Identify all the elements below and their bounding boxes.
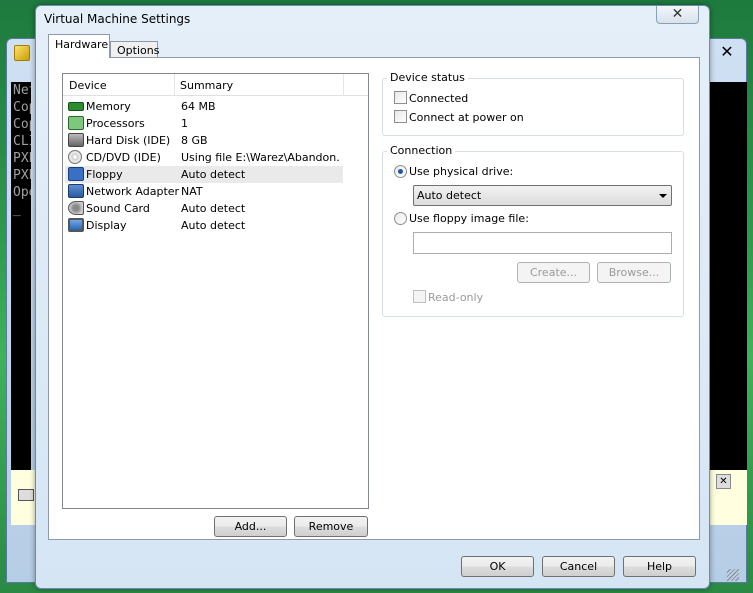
column-device[interactable]: Device xyxy=(69,79,107,92)
physical-drive-value: Auto detect xyxy=(417,189,482,202)
cancel-button[interactable]: Cancel xyxy=(542,556,615,577)
processor-icon xyxy=(68,116,84,130)
dialog-title: Virtual Machine Settings xyxy=(44,12,191,26)
add-device-button[interactable]: Add... xyxy=(214,516,287,537)
removable-device-icon[interactable] xyxy=(18,489,34,501)
create-image-button[interactable]: Create... xyxy=(517,262,590,283)
read-only-checkbox[interactable] xyxy=(413,290,426,303)
device-list-header: Device Summary xyxy=(63,74,368,96)
background-close-button[interactable]: ✕ xyxy=(718,44,736,60)
resize-grip-icon[interactable] xyxy=(727,569,739,581)
tab-options[interactable]: Options xyxy=(110,41,159,58)
device-status-title: Device status xyxy=(387,71,468,84)
tab-hardware[interactable]: Hardware xyxy=(48,34,110,58)
notification-close-button[interactable]: ✕ xyxy=(716,474,731,489)
ok-button[interactable]: OK xyxy=(461,556,534,577)
device-list[interactable]: Device Summary Memory 64 MB Processors 1… xyxy=(62,73,369,509)
device-row-hard-disk[interactable]: Hard Disk (IDE) 8 GB xyxy=(65,132,343,149)
column-summary[interactable]: Summary xyxy=(180,79,233,92)
use-floppy-image-label[interactable]: Use floppy image file: xyxy=(409,212,529,225)
device-row-floppy[interactable]: Floppy Auto detect xyxy=(65,166,343,183)
floppy-icon xyxy=(68,167,84,181)
floppy-image-path-input[interactable] xyxy=(413,232,672,254)
physical-drive-select[interactable]: Auto detect xyxy=(413,185,672,206)
sound-card-icon xyxy=(68,201,84,215)
device-status-group xyxy=(382,78,684,136)
vm-console-screen-right xyxy=(709,82,747,470)
memory-icon xyxy=(68,102,84,111)
connected-checkbox[interactable] xyxy=(394,91,407,104)
use-floppy-image-radio[interactable] xyxy=(394,212,407,225)
read-only-label[interactable]: Read-only xyxy=(428,291,483,304)
device-row-display[interactable]: Display Auto detect xyxy=(65,217,343,234)
device-row-cd-dvd[interactable]: CD/DVD (IDE) Using file E:\Warez\Abandon… xyxy=(65,149,343,166)
connect-at-power-on-checkbox[interactable] xyxy=(394,110,407,123)
use-physical-drive-radio[interactable] xyxy=(394,165,407,178)
browse-image-button[interactable]: Browse... xyxy=(597,262,671,283)
hard-disk-icon xyxy=(68,133,84,147)
connect-at-power-on-label[interactable]: Connect at power on xyxy=(409,111,524,124)
remove-device-button[interactable]: Remove xyxy=(294,516,368,537)
connection-title: Connection xyxy=(387,144,456,157)
help-button[interactable]: Help xyxy=(623,556,696,577)
device-row-processors[interactable]: Processors 1 xyxy=(65,115,343,132)
cd-dvd-icon xyxy=(68,150,82,164)
chevron-down-icon xyxy=(659,194,667,198)
dialog-close-button[interactable]: ✕ xyxy=(656,6,699,24)
vmware-logo-icon xyxy=(14,45,30,61)
connected-label[interactable]: Connected xyxy=(409,92,468,105)
vm-console-screen[interactable]: Net Cop Cop CLI PXE PXE Ope _ xyxy=(11,82,31,480)
device-row-sound-card[interactable]: Sound Card Auto detect xyxy=(65,200,343,217)
display-icon xyxy=(68,218,84,232)
device-row-network-adapter[interactable]: Network Adapter NAT xyxy=(65,183,343,200)
network-adapter-icon xyxy=(68,184,84,198)
use-physical-drive-label[interactable]: Use physical drive: xyxy=(409,165,513,178)
device-row-memory[interactable]: Memory 64 MB xyxy=(65,98,343,115)
